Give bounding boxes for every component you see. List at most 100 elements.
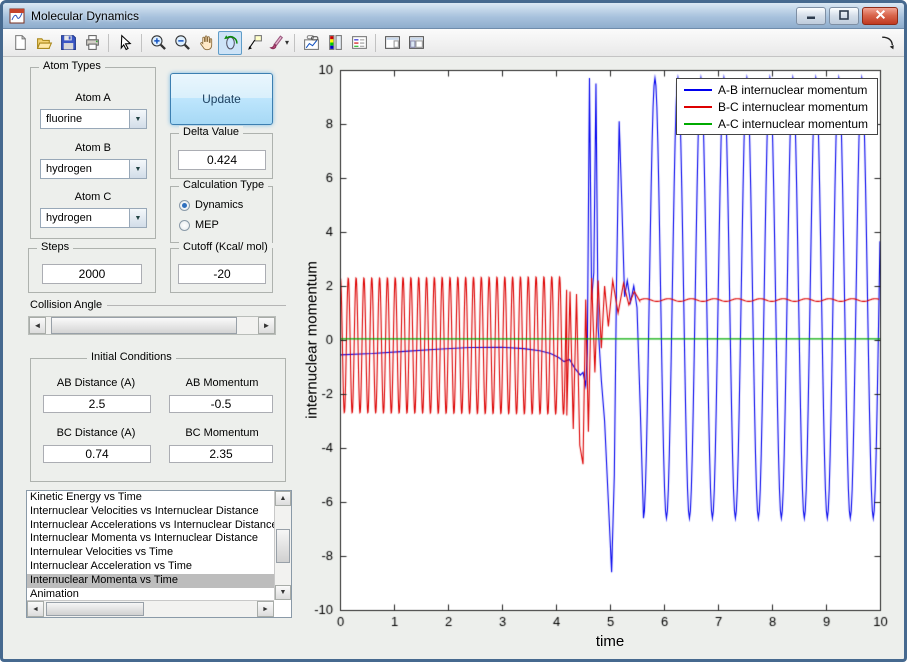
cutoff-title: Cutoff (Kcal/ mol) (179, 241, 272, 253)
titlebar[interactable]: Molecular Dynamics (3, 3, 904, 29)
atom-c-value: hydrogen (46, 212, 92, 224)
chevron-down-icon[interactable]: ▾ (285, 38, 289, 47)
save-figure-button[interactable] (56, 31, 80, 55)
list-item[interactable]: Internuclear Momenta vs Internuclear Dis… (27, 532, 274, 546)
show-plot-tools-button[interactable] (404, 31, 428, 55)
zoom-in-button[interactable] (146, 31, 170, 55)
toolbar-separator (375, 33, 377, 52)
list-item[interactable]: Internuclear Accelerations vs Internucle… (27, 519, 274, 533)
update-button[interactable]: Update (170, 73, 273, 125)
atom-b-value: hydrogen (46, 163, 92, 175)
open-file-button[interactable] (32, 31, 56, 55)
window-title: Molecular Dynamics (31, 8, 140, 23)
atom-c-label: Atom C (74, 191, 112, 203)
ab-momentum-label: AB Momentum (185, 377, 259, 389)
toolbar: ▾ (3, 29, 904, 57)
collision-angle-slider[interactable]: ◄ ► (28, 316, 276, 335)
dock-figure-button[interactable] (875, 31, 899, 55)
close-button[interactable] (862, 6, 898, 25)
bc-momentum-field[interactable]: 2.35 (169, 445, 273, 463)
minimize-icon (806, 7, 816, 25)
scroll-up-icon[interactable]: ▲ (275, 491, 291, 506)
plot-canvas[interactable] (300, 57, 904, 659)
legend-entry: A-C internuclear momentum (677, 115, 877, 132)
chevron-down-icon[interactable]: ▼ (129, 160, 146, 178)
y-axis-label: internuclear momentum (303, 261, 321, 419)
listbox-vertical-scrollbar[interactable]: ▲ ▼ (274, 491, 291, 600)
scroll-right-icon[interactable]: ► (257, 601, 274, 617)
update-button-label: Update (202, 92, 241, 106)
app-window: Molecular Dynamics ▾ Atom Types Atom A f… (0, 0, 907, 662)
list-item[interactable]: Internulear Velocities vs Time (27, 546, 274, 560)
calculation-type-panel: Calculation Type Dynamics MEP (170, 179, 273, 243)
legend-label: A-C internuclear momentum (718, 116, 869, 131)
hide-plot-tools-button[interactable] (380, 31, 404, 55)
rotate-3d-button[interactable] (218, 30, 242, 55)
window-controls (796, 6, 898, 25)
hide-plot-tools-icon (384, 34, 401, 51)
maximize-button[interactable] (829, 6, 859, 25)
initial-conditions-title: Initial Conditions (87, 351, 176, 363)
bc-distance-label: BC Distance (A) (56, 427, 136, 439)
zoom-in-icon (150, 34, 167, 51)
vertical-scroll-thumb[interactable] (276, 529, 290, 563)
brush-data-button[interactable]: ▾ (266, 31, 290, 55)
atom-b-select[interactable]: hydrogen ▼ (40, 159, 147, 179)
atom-a-select[interactable]: fluorine ▼ (40, 109, 147, 129)
list-item[interactable]: Animation (27, 588, 274, 600)
radio-mep[interactable]: MEP (179, 219, 219, 231)
data-cursor-icon (246, 34, 263, 51)
horizontal-scroll-thumb[interactable] (46, 602, 144, 616)
app-icon (9, 8, 25, 24)
edit-plot-cursor-icon (117, 34, 134, 51)
legend-line-sample (684, 105, 712, 108)
listbox-horizontal-scrollbar[interactable]: ◄ ► (27, 600, 274, 617)
legend-label: A-B internuclear momentum (718, 82, 868, 97)
data-cursor-button[interactable] (242, 31, 266, 55)
legend-line-sample (684, 122, 712, 125)
list-item[interactable]: Internuclear Momenta vs Time (27, 573, 274, 588)
collision-angle-rule (107, 305, 286, 306)
steps-field[interactable]: 2000 (42, 264, 142, 284)
chevron-down-icon[interactable]: ▼ (129, 110, 146, 128)
insert-colorbar-icon (327, 34, 344, 51)
toolbar-separator (141, 33, 142, 52)
legend[interactable]: A-B internuclear momentum B-C internuclea… (676, 78, 878, 135)
zoom-out-icon (174, 34, 191, 51)
edit-plot-button[interactable] (113, 31, 137, 55)
link-plot-button[interactable] (299, 31, 323, 55)
slider-right-arrow-icon[interactable]: ► (258, 317, 275, 334)
list-item[interactable]: Internuclear Acceleration vs Time (27, 560, 274, 574)
list-item[interactable]: Kinetic Energy vs Time (27, 491, 274, 505)
plot-area: time internuclear momentum A-B internucl… (300, 57, 904, 659)
pan-button[interactable] (194, 31, 218, 55)
radio-mep-icon[interactable] (179, 219, 190, 231)
delta-value-title: Delta Value (179, 126, 244, 138)
ab-distance-field[interactable]: 2.5 (43, 395, 151, 413)
cutoff-field[interactable]: -20 (178, 264, 266, 284)
radio-dynamics[interactable]: Dynamics (179, 199, 243, 211)
ab-momentum-field[interactable]: -0.5 (169, 395, 273, 413)
plot-type-list: Kinetic Energy vs Time Internuclear Veloc… (27, 491, 274, 600)
zoom-out-button[interactable] (170, 31, 194, 55)
scroll-down-icon[interactable]: ▼ (275, 585, 291, 600)
minimize-button[interactable] (796, 6, 826, 25)
maximize-icon (839, 7, 849, 25)
chevron-down-icon[interactable]: ▼ (129, 209, 146, 227)
radio-dynamics-icon[interactable] (179, 199, 190, 211)
delta-value-panel: Delta Value 0.424 (170, 126, 273, 179)
print-figure-button[interactable] (80, 31, 104, 55)
atom-a-value: fluorine (46, 113, 83, 125)
bc-distance-field[interactable]: 0.74 (43, 445, 151, 463)
new-figure-button[interactable] (8, 31, 32, 55)
atom-c-select[interactable]: hydrogen ▼ (40, 208, 147, 228)
insert-legend-button[interactable] (347, 31, 371, 55)
list-item[interactable]: Internuclear Velocities vs Internuclear … (27, 505, 274, 519)
insert-colorbar-button[interactable] (323, 31, 347, 55)
delta-value-field[interactable]: 0.424 (178, 150, 266, 170)
slider-left-arrow-icon[interactable]: ◄ (29, 317, 46, 334)
steps-title: Steps (37, 241, 74, 253)
atom-a-label: Atom A (75, 92, 111, 104)
scroll-left-icon[interactable]: ◄ (27, 601, 44, 617)
slider-thumb[interactable] (51, 317, 237, 334)
